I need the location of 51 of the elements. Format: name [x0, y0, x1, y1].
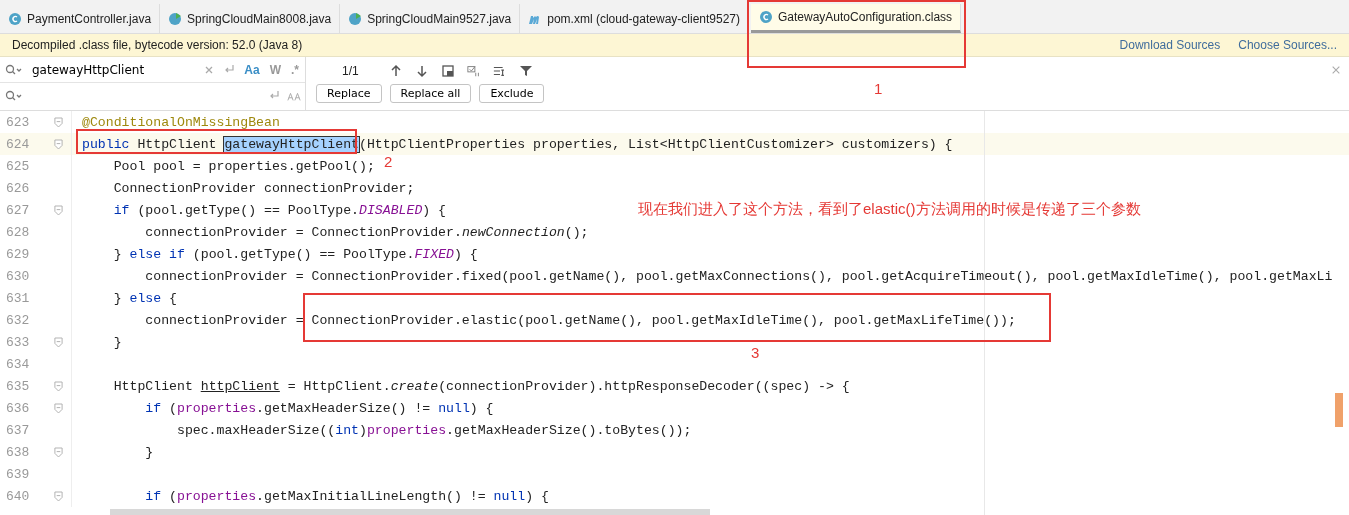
- line-number: 626: [5, 180, 31, 196]
- search-option-toggle[interactable]: Aa: [242, 61, 262, 78]
- line-number: 623: [5, 114, 31, 130]
- line-number: 629: [5, 246, 31, 262]
- code-line: connectionProvider = ConnectionProvider.elastic(pool.getName(), pool.getMaxIdleTime(), pool.getMaxLifeTime());: [144, 312, 1016, 328]
- annotation-number: 1: [874, 80, 883, 97]
- line-number: 624: [5, 136, 31, 152]
- code-line: @ConditionalOnMissingBean: [81, 114, 280, 130]
- editor-tab[interactable]: PaymentController.java: [0, 4, 161, 33]
- line-number: 637: [5, 422, 31, 438]
- editor-tab[interactable]: SpringCloudMain9527.java: [340, 4, 521, 33]
- line-number: 634: [5, 356, 31, 372]
- line-number: 625: [5, 158, 31, 174]
- line-number: 638: [5, 444, 31, 460]
- code-line: ConnectionProvider connectionProvider;: [112, 180, 415, 196]
- line-number: 630: [5, 268, 31, 284]
- banner-link[interactable]: Choose Sources...: [1238, 38, 1337, 52]
- code-line: if (properties.getMaxInitialLineLength() != null) {: [144, 488, 549, 504]
- match-count: 1/1: [342, 63, 359, 78]
- line-number: 632: [5, 312, 31, 328]
- banner-message: Decompiled .class file, bytecode version: 52.0 (Java 8): [12, 38, 303, 52]
- find-action-button[interactable]: Exclude: [479, 84, 545, 103]
- code-line: connectionProvider = ConnectionProvider.newConnection();: [144, 224, 589, 240]
- find-action-button[interactable]: Replace all: [389, 84, 472, 103]
- annotation-number: 2: [384, 153, 393, 170]
- line-number: 628: [5, 224, 31, 240]
- code-line: if (properties.getMaxHeaderSize() != null) {: [144, 400, 494, 416]
- code-line: Pool pool = properties.getPool();: [112, 158, 375, 174]
- editor-tab[interactable]: SpringCloudMain8008.java: [160, 4, 341, 33]
- banner-link[interactable]: Download Sources: [1119, 38, 1221, 52]
- code-line: }: [144, 444, 154, 460]
- search-field[interactable]: gatewayHttpClient Aa W .*: [0, 57, 305, 83]
- annotation-number: 3: [751, 344, 760, 361]
- code-line: HttpClient httpClient = HttpClient.create(connectionProvider).httpResponseDecoder((spec) -> {: [112, 378, 850, 394]
- line-number: 631: [5, 290, 31, 306]
- line-number: 627: [5, 202, 31, 218]
- code-line: if (pool.getType() == PoolType.DISABLED) {: [112, 202, 447, 218]
- line-number: 635: [5, 378, 31, 394]
- editor-tab[interactable]: GatewayAutoConfiguration.class: [751, 4, 962, 33]
- code-line: } else {: [112, 290, 177, 306]
- code-line: spec.maxHeaderSize((int)properties.getMaxHeaderSize().toBytes());: [175, 422, 692, 438]
- find-action-button[interactable]: Replace: [316, 84, 382, 103]
- line-number: 639: [5, 466, 31, 482]
- editor-tab[interactable]: pom.xml (cloud-gateway-client9527): [520, 4, 749, 33]
- code-line: connectionProvider = ConnectionProvider.fixed(pool.getName(), pool.getMaxConnections(), pool.getAcquireTimeout(), pool.getMaxIdleTime(), pool.getMaxLi: [144, 268, 1333, 284]
- code-line: } else if (pool.getType() == PoolType.FIXED) {: [112, 246, 478, 262]
- code-line: }: [112, 334, 122, 350]
- line-number: 633: [5, 334, 31, 350]
- line-number: 640: [5, 488, 31, 504]
- line-number: 636: [5, 400, 31, 416]
- annotation-note: 现在我们进入了这个方法，看到了elastic()方法调用的时候是传递了三个参数: [638, 200, 1141, 219]
